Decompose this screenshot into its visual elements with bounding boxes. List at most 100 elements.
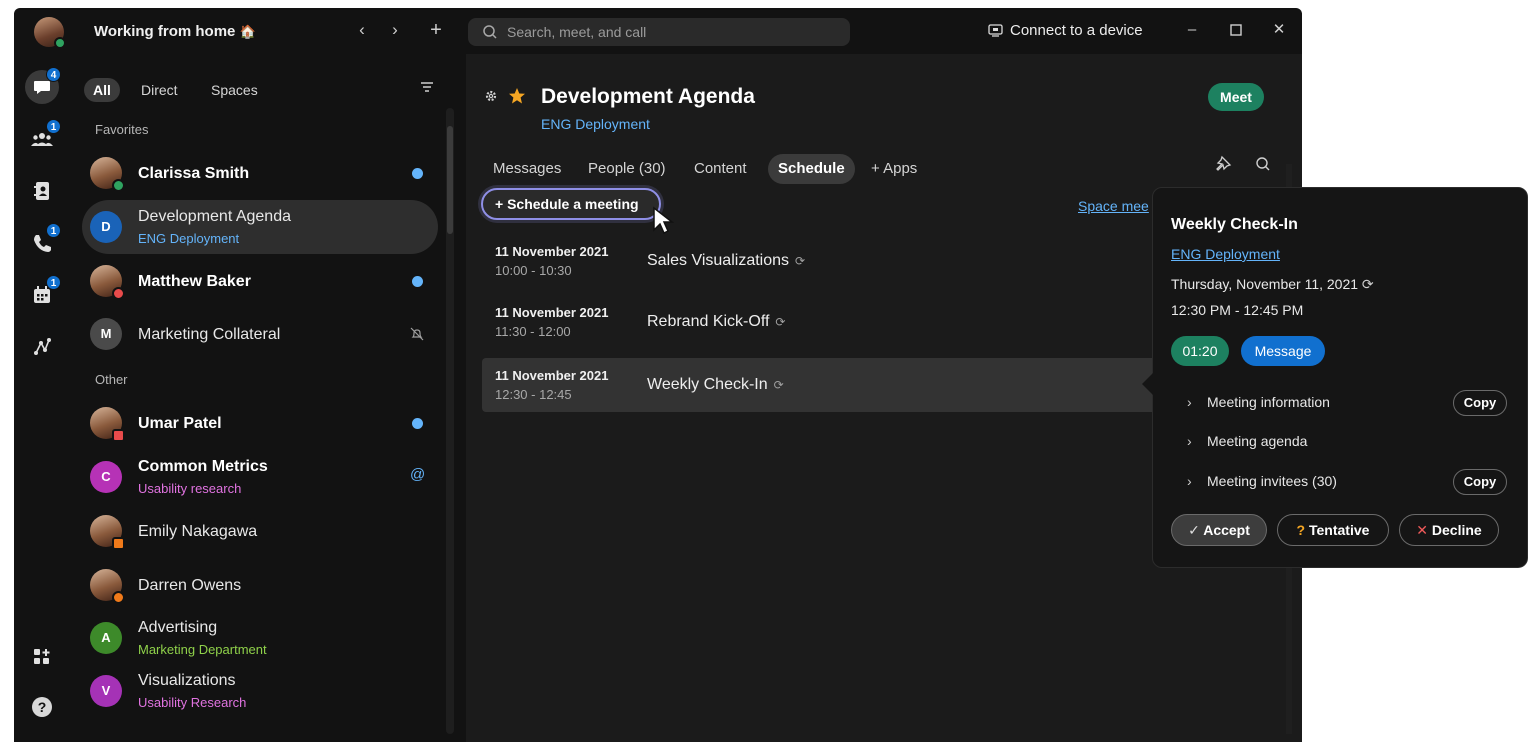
meeting-date: 11 November 2021 (495, 244, 609, 259)
meeting-date: 11 November 2021 (495, 305, 609, 320)
title-bar: Working from home 🏠 ‹ › + Search, meet, … (14, 8, 1302, 54)
meeting-row[interactable]: 11 November 2021 12:30 - 12:45 Weekly Ch… (482, 358, 1172, 412)
rail-meetings[interactable]: 1 (25, 275, 61, 312)
space-title: Marketing Collateral (138, 326, 281, 343)
tab-messages[interactable]: Messages (493, 154, 561, 184)
space-subtitle: Usability Research (138, 695, 247, 710)
my-avatar[interactable] (34, 17, 66, 49)
x-icon: ✕ (1416, 522, 1429, 538)
avatar (90, 515, 125, 550)
message-button[interactable]: Message (1241, 336, 1325, 366)
meeting-timer: 01:20 (1171, 336, 1229, 366)
tab-apps[interactable]: + Apps (871, 154, 917, 184)
filter-icon[interactable] (420, 81, 434, 93)
contacts-icon (34, 182, 49, 200)
meeting-agenda-section[interactable]: › Meeting agenda (1171, 428, 1507, 456)
space-title: Matthew Baker (138, 273, 251, 290)
tab-content[interactable]: Content (694, 154, 747, 184)
meeting-date: 11 November 2021 (495, 368, 609, 383)
meet-button[interactable]: Meet (1208, 83, 1264, 111)
popover-date: Thursday, November 11, 2021 ⟳ (1171, 276, 1374, 292)
filter-all[interactable]: All (84, 78, 120, 102)
rail-help[interactable]: ? (25, 690, 59, 724)
rail-teams[interactable]: 1 (25, 119, 61, 156)
list-item[interactable]: V Visualizations Usability Research (82, 664, 438, 718)
copy-invitees-button[interactable]: Copy (1453, 469, 1507, 495)
rail-contacts[interactable] (25, 174, 59, 208)
accept-button[interactable]: ✓ Accept (1171, 514, 1267, 546)
list-item[interactable]: Matthew Baker (82, 254, 438, 308)
search-space-icon[interactable] (1254, 155, 1272, 173)
meeting-time: 12:30 - 12:45 (495, 387, 572, 402)
decline-button[interactable]: ✕ Decline (1399, 514, 1499, 546)
search-input[interactable]: Search, meet, and call (468, 18, 850, 46)
close-icon[interactable]: ✕ (1269, 20, 1289, 40)
list-item[interactable]: Emily Nakagawa (82, 504, 438, 558)
filter-direct[interactable]: Direct (141, 78, 178, 102)
avatar (90, 157, 125, 192)
filter-spaces[interactable]: Spaces (211, 78, 258, 102)
copy-info-button[interactable]: Copy (1453, 390, 1507, 416)
rail-add-apps[interactable] (25, 640, 59, 674)
meeting-invitees-section[interactable]: › Meeting invitees (30) Copy (1171, 468, 1507, 496)
space-title: Emily Nakagawa (138, 523, 258, 540)
tentative-button[interactable]: ? Tentative (1277, 514, 1389, 546)
favorite-star-icon[interactable] (508, 87, 526, 105)
add-icon[interactable]: + (425, 19, 447, 41)
unread-dot (412, 168, 423, 179)
schedule-meeting-button[interactable]: + Schedule a meeting (481, 188, 661, 220)
tab-schedule[interactable]: Schedule (768, 154, 855, 184)
settings-gear-icon[interactable] (484, 89, 498, 103)
unread-dot (412, 276, 423, 287)
search-icon (483, 25, 497, 39)
avatar (90, 265, 125, 300)
avatar (90, 569, 125, 604)
help-icon: ? (32, 697, 52, 717)
connect-device-button[interactable]: Connect to a device (988, 22, 1143, 39)
pin-icon[interactable] (1216, 155, 1234, 173)
popover-team-link[interactable]: ENG Deployment (1171, 246, 1280, 262)
avatar: A (90, 622, 122, 654)
list-item[interactable]: M Marketing Collateral (82, 307, 438, 361)
back-icon[interactable]: ‹ (351, 19, 373, 41)
list-item[interactable]: C Common Metrics Usability research @ (82, 450, 438, 504)
avatar: V (90, 675, 122, 707)
muted-bell-icon (410, 327, 424, 341)
tab-people[interactable]: People (30) (588, 154, 666, 184)
meeting-information-section[interactable]: › Meeting information Copy (1171, 389, 1507, 417)
maximize-icon[interactable] (1226, 20, 1246, 40)
space-subtitle: Usability research (138, 481, 242, 496)
meeting-time: 11:30 - 12:00 (495, 324, 571, 339)
meeting-row[interactable]: 11 November 2021 11:30 - 12:00 Rebrand K… (482, 295, 1172, 349)
meeting-title: Rebrand Kick-Off ⟳ (647, 313, 786, 330)
space-meetings-link[interactable]: Space mee (1078, 198, 1149, 214)
space-list-scrollbar[interactable] (446, 108, 454, 734)
space-title: Umar Patel (138, 415, 222, 432)
webex-app-window: Working from home 🏠 ‹ › + Search, meet, … (14, 8, 1302, 742)
meeting-row[interactable]: 11 November 2021 10:00 - 10:30 Sales Vis… (482, 234, 1172, 288)
presence-presenting (112, 429, 125, 442)
messaging-badge: 4 (46, 67, 61, 82)
space-title: Clarissa Smith (138, 165, 250, 182)
mouse-cursor-icon (653, 206, 674, 235)
rail-workflows[interactable] (25, 330, 59, 364)
space-title: Darren Owens (138, 577, 242, 594)
status-message[interactable]: Working from home 🏠 (94, 23, 256, 40)
forward-icon[interactable]: › (384, 19, 406, 41)
list-item[interactable]: Clarissa Smith (82, 146, 438, 200)
presence-dnd (112, 287, 125, 300)
rail-messaging[interactable]: 4 (25, 67, 61, 104)
list-item[interactable]: Umar Patel (82, 396, 438, 450)
minimize-icon[interactable]: – (1182, 20, 1202, 40)
space-title: Common Metrics (138, 458, 268, 475)
popover-time: 12:30 PM - 12:45 PM (1171, 302, 1304, 318)
rail-calling[interactable]: 1 (25, 223, 61, 260)
list-item[interactable]: A Advertising Marketing Department (82, 611, 438, 665)
list-item[interactable]: D Development Agenda ENG Deployment (82, 200, 438, 254)
list-item[interactable]: Darren Owens (82, 558, 438, 612)
team-link[interactable]: ENG Deployment (541, 116, 650, 132)
scrollbar-thumb[interactable] (447, 126, 453, 234)
presence-active (112, 179, 125, 192)
favorites-header: Favorites (95, 122, 149, 137)
chevron-right-icon: › (1187, 473, 1192, 489)
